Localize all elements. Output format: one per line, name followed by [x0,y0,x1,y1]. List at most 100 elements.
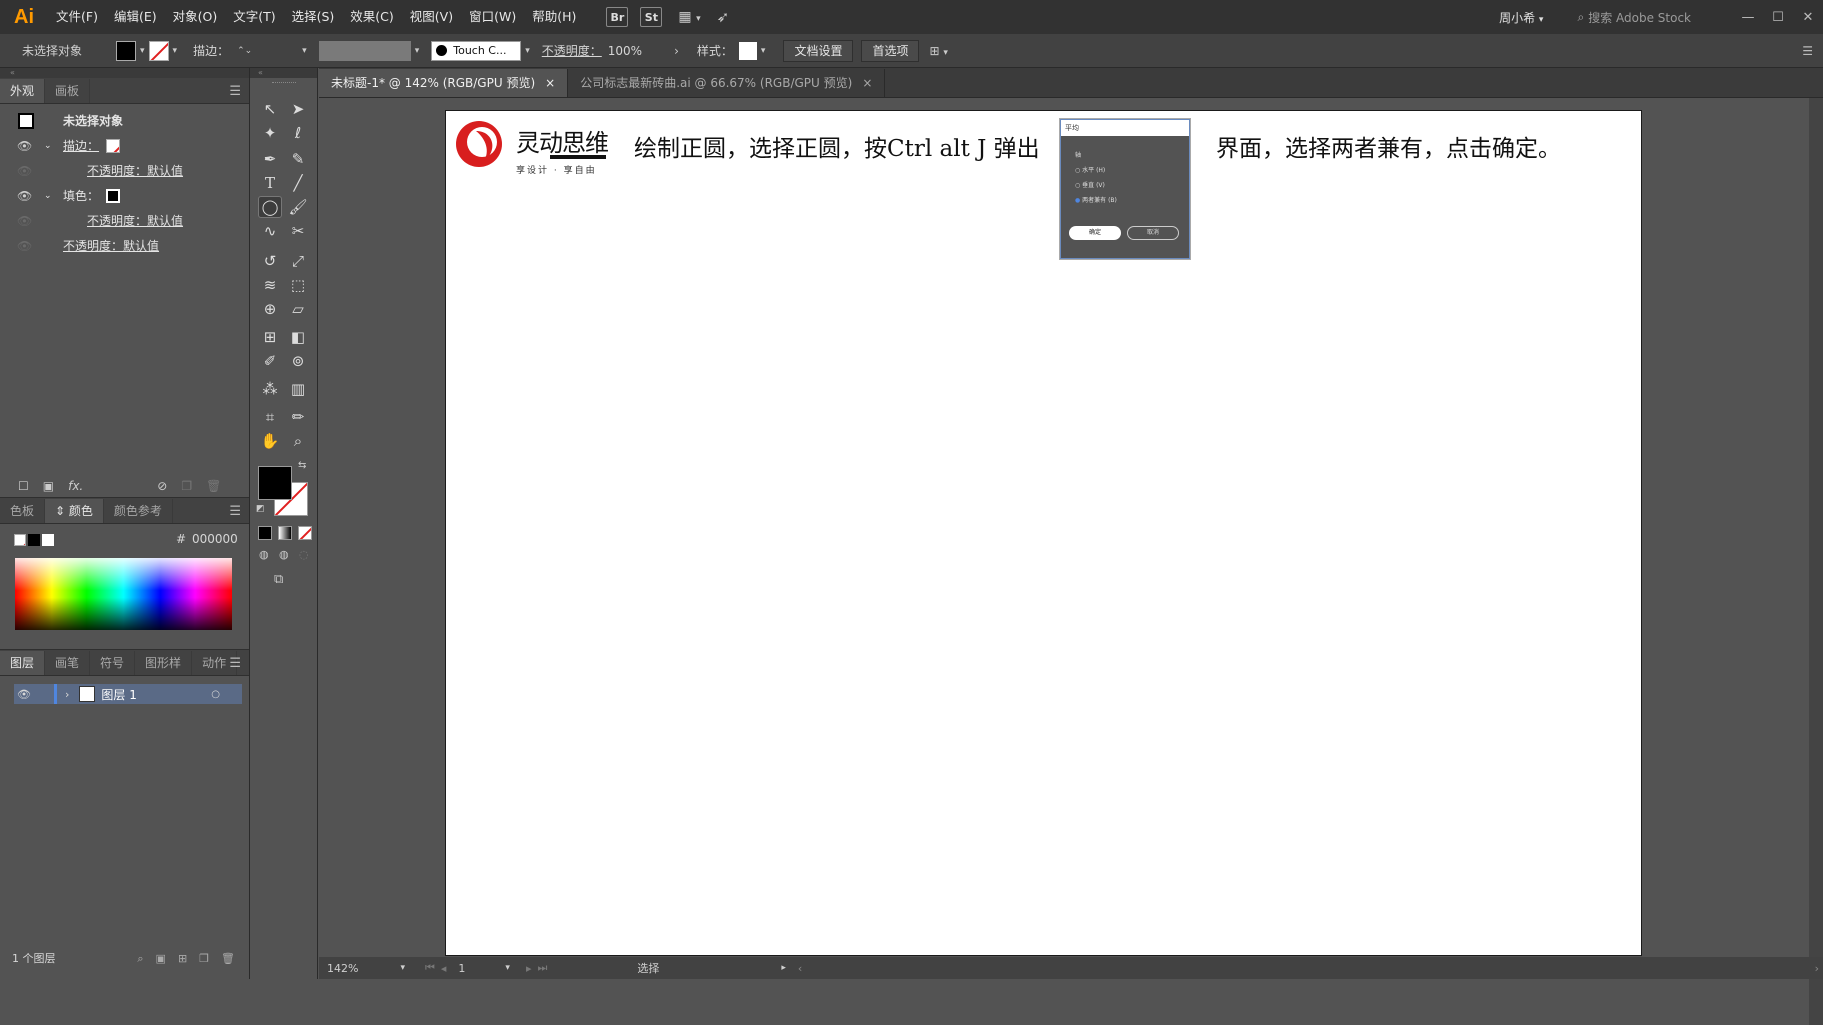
menu-help[interactable]: 帮助(H) [524,0,584,34]
stroke-weight-dropdown[interactable]: ▾ [302,46,307,56]
search-icon[interactable]: ⌕ [137,952,143,966]
document-setup-button[interactable]: 文档设置 [783,39,854,62]
magic-wand-tool-icon[interactable]: ✦ [258,122,282,144]
eyedropper-tool-icon[interactable]: ✐ [258,350,282,372]
black-swatch[interactable] [28,534,40,546]
add-fill-icon[interactable]: ▣ [43,479,54,493]
tab-graphic-styles[interactable]: 图形样 [135,651,193,675]
tab-symbols[interactable]: 符号 [90,651,136,675]
warp-tool-icon[interactable]: ≋ [258,274,282,296]
chevron-down-icon[interactable]: ▾ [525,46,530,56]
artboard-number[interactable]: 1 [458,962,465,975]
stroke-weight-stepper[interactable]: ⌃⌄ [237,46,252,56]
scroll-left-icon[interactable]: ‹ [798,962,802,975]
arrange-documents-icon[interactable]: ⊞ ▾ [929,44,947,58]
pen-tool-icon[interactable]: ✒ [258,148,282,170]
scale-tool-icon[interactable]: ⤢ [286,250,310,272]
gradient-tool-icon[interactable]: ◧ [286,326,310,348]
zoom-level[interactable]: 142% [327,962,358,975]
delete-layer-icon[interactable]: 🗑 [221,952,235,966]
swap-colors-icon[interactable]: ⇆ [298,460,306,471]
maximize-button[interactable]: ☐ [1763,10,1793,25]
opacity-row[interactable]: 不透明度：默认值 [63,237,159,254]
new-sublayer-icon[interactable]: ⊞ [178,952,187,966]
tab-color-guide[interactable]: 颜色参考 [104,499,173,523]
status-menu-icon[interactable]: ▸ [781,963,786,973]
artboard-tool-icon[interactable]: ⌗ [258,406,282,428]
menu-view[interactable]: 视图(V) [402,0,461,34]
tab-layers[interactable]: 图层 [0,651,46,675]
hand-tool-icon[interactable]: ✋ [258,430,282,452]
direct-selection-tool-icon[interactable]: ➤ [286,98,310,120]
fill-row-label[interactable]: 填色： [63,187,99,204]
scissors-tool-icon[interactable]: ✂ [286,220,310,242]
draw-inside-icon[interactable]: ◌ [299,548,309,561]
stock-button[interactable]: St [640,7,663,27]
lasso-tool-icon[interactable]: ℓ [286,122,310,144]
ellipse-tool-icon[interactable]: ◯ [258,196,282,218]
preferences-button[interactable]: 首选项 [861,39,920,62]
symbol-sprayer-tool-icon[interactable]: ⁂ [258,378,282,400]
tab-color[interactable]: ⇕ 颜色 [45,499,104,523]
fill-swatch[interactable] [116,40,136,61]
draw-normal-icon[interactable]: ◍ [259,548,269,561]
chevron-down-icon[interactable]: ▾ [415,46,420,56]
fill-color-box[interactable] [258,466,292,500]
bridge-button[interactable]: Br [606,7,629,27]
panel-menu-icon[interactable]: ☰ [229,656,241,671]
fill-opacity-row[interactable]: 不透明度：默认值 [87,212,183,229]
visibility-eye-icon[interactable]: 👁 [17,189,32,203]
layer-name[interactable]: 图层 1 [101,686,136,703]
menu-type[interactable]: 文字(T) [225,0,283,34]
opacity-label[interactable]: 不透明度： [542,42,602,59]
fill-row-swatch[interactable] [106,188,120,203]
screen-mode-icon[interactable]: ⧉ [274,572,283,587]
previous-artboard-icon[interactable]: ◂ [441,962,447,975]
menu-file[interactable]: 文件(F) [48,0,106,34]
shaper-tool-icon[interactable]: ∿ [258,220,282,242]
tab-appearance[interactable]: 外观 [0,79,46,103]
mesh-tool-icon[interactable]: ⊞ [258,326,282,348]
document-tab-active[interactable]: 未标题-1* @ 142% (RGB/GPU 预览) × [319,69,569,97]
panel-menu-icon[interactable]: ☰ [229,504,241,519]
none-mode-icon[interactable] [298,526,312,540]
artboard[interactable]: 灵动思维 享设计 · 享自由 绘制正圆，选择正圆，按Ctrl alt J 弹出 … [445,110,1642,956]
user-name[interactable]: 周小希 ▾ [1499,9,1543,26]
selection-tool-icon[interactable]: ↖ [258,98,282,120]
visibility-eye-icon[interactable]: 👁 [17,139,32,153]
slice-tool-icon[interactable]: ✏ [286,406,310,428]
vertical-scrollbar[interactable] [1809,98,1823,1025]
chevron-right-icon[interactable]: › [674,44,679,58]
close-tab-icon[interactable]: × [545,69,555,97]
stroke-row-swatch[interactable] [106,138,120,153]
visibility-eye-icon[interactable]: 👁 [17,164,32,178]
color-spectrum[interactable] [15,558,232,630]
hex-input[interactable]: 000000 [192,532,238,546]
chevron-down-icon[interactable]: ⌄ [44,191,52,201]
brush-definition-dropdown[interactable]: Touch C... [431,40,522,61]
minimize-button[interactable]: — [1733,10,1763,25]
rotate-tool-icon[interactable]: ↺ [258,250,282,272]
collapse-tools-icon[interactable]: « [250,68,317,78]
workspace-layout-icon[interactable]: ▦ ▾ [678,9,700,25]
zoom-tool-icon[interactable]: ⌕ [286,430,310,452]
first-artboard-icon[interactable]: ⏮ [425,961,435,975]
tab-swatches[interactable]: 色板 [0,499,46,523]
line-tool-icon[interactable]: ╱ [286,172,310,194]
stroke-swatch[interactable] [148,40,169,61]
free-transform-tool-icon[interactable]: ⬚ [286,274,310,296]
none-swatch[interactable] [14,534,26,546]
layer-row[interactable]: 👁 › 图层 1 ○ [14,684,242,704]
default-colors-icon[interactable]: ◩ [256,504,265,514]
scroll-right-icon[interactable]: › [1815,962,1819,975]
menu-edit[interactable]: 编辑(E) [106,0,165,34]
chevron-right-icon[interactable]: › [65,688,69,701]
perspective-grid-tool-icon[interactable]: ▱ [286,298,310,320]
visibility-eye-icon[interactable]: 👁 [14,688,34,701]
chevron-down-icon[interactable]: ⌄ [44,141,52,151]
next-artboard-icon[interactable]: ▸ [526,962,532,975]
close-tab-icon[interactable]: × [862,69,872,97]
type-tool-icon[interactable]: T [258,172,282,194]
curvature-tool-icon[interactable]: ✎ [286,148,310,170]
chevron-down-icon[interactable]: ▾ [505,963,510,973]
